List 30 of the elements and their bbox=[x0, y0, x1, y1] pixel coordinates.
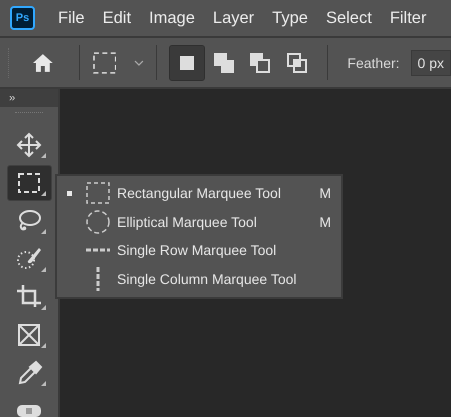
feather-label: Feather: bbox=[347, 54, 400, 70]
add-squares-icon bbox=[212, 52, 235, 74]
bandage-icon bbox=[17, 405, 41, 417]
dashed-row-icon bbox=[86, 248, 110, 252]
dashed-square-icon bbox=[86, 182, 110, 204]
feather-field[interactable]: 0 px bbox=[410, 50, 451, 76]
tool-button[interactable] bbox=[6, 165, 52, 201]
move-icon bbox=[15, 131, 43, 159]
menu-item[interactable]: Select bbox=[316, 8, 381, 28]
frame-icon bbox=[15, 321, 43, 349]
intersect-squares-icon bbox=[286, 52, 308, 74]
flyout-menu-item[interactable]: Elliptical Marquee Tool M bbox=[57, 208, 341, 236]
menu-item[interactable]: Filter bbox=[380, 8, 436, 28]
menu-item[interactable]: File bbox=[49, 8, 94, 28]
home-icon[interactable] bbox=[32, 52, 54, 72]
menu-item[interactable]: Type bbox=[263, 8, 317, 28]
selection-mode-button[interactable] bbox=[169, 44, 205, 80]
flyout-menu-item[interactable]: Rectangular Marquee Tool M bbox=[57, 179, 341, 208]
flyout-menu-item[interactable]: Single Column Marquee Tool bbox=[57, 264, 341, 293]
menu-item[interactable]: Layer bbox=[204, 8, 264, 28]
dashed-circle-icon bbox=[86, 210, 110, 234]
dashed-column-icon bbox=[96, 266, 100, 291]
app-logo[interactable]: Ps bbox=[10, 6, 35, 30]
collapse-button[interactable]: ›› bbox=[9, 92, 14, 104]
subtract-squares-icon bbox=[249, 52, 272, 74]
caret-icon[interactable] bbox=[134, 60, 144, 66]
menu-item[interactable]: Image bbox=[140, 8, 204, 28]
dashed-square-icon[interactable] bbox=[92, 52, 116, 74]
flyout-menu-item[interactable]: Single Row Marquee Tool bbox=[57, 236, 341, 264]
menu-item[interactable]: Edit bbox=[94, 8, 140, 28]
